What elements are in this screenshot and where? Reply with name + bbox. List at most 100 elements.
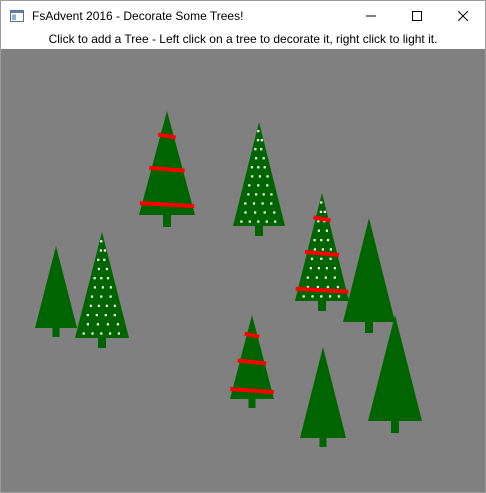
tree-light [244, 202, 247, 205]
tree-foliage [295, 193, 349, 301]
tree-3[interactable] [35, 246, 77, 337]
tree-light [257, 130, 260, 133]
tree-canvas-drawing[interactable] [1, 49, 485, 492]
tree-light [254, 211, 257, 214]
tree-light [256, 139, 260, 142]
tree-light [315, 276, 318, 279]
tree-light [104, 314, 107, 317]
tree-light [324, 276, 327, 279]
tree-foliage [300, 347, 346, 438]
tree-light [93, 286, 96, 289]
minimize-button[interactable] [348, 1, 394, 31]
tree-light [270, 193, 273, 196]
tree-light [97, 258, 100, 261]
tree-light [313, 239, 316, 242]
tree-light [248, 184, 251, 187]
title-bar[interactable]: FsAdvent 2016 - Decorate Some Trees! [1, 1, 485, 31]
tree-light [320, 239, 323, 242]
tree-light [263, 211, 266, 214]
tree-5[interactable] [295, 193, 349, 311]
tree-foliage [343, 218, 395, 322]
tree-light [257, 220, 260, 223]
tree-trunk [98, 338, 106, 348]
close-button[interactable] [440, 1, 485, 31]
tree-light [90, 295, 94, 298]
tree-light [82, 332, 85, 335]
tree-light [255, 157, 258, 160]
tree-9[interactable] [368, 315, 422, 433]
tree-trunk [52, 328, 60, 337]
tree-trunk [319, 438, 327, 447]
minimize-icon [366, 15, 376, 17]
tree-light [273, 211, 276, 214]
tree-light [274, 220, 277, 223]
tree-light [319, 210, 322, 213]
app-window: FsAdvent 2016 - Decorate Some Trees! Cli… [0, 0, 486, 493]
tree-light [258, 175, 261, 178]
tree-8[interactable] [300, 347, 346, 447]
tree-2[interactable] [233, 122, 285, 236]
tree-foliage [233, 122, 285, 226]
tree-light [260, 148, 263, 151]
tree-light [257, 184, 260, 187]
tree-light [313, 248, 316, 251]
tree-light [93, 277, 96, 280]
tree-trunk [365, 322, 373, 333]
tree-light [329, 248, 332, 251]
tree-light [251, 175, 254, 178]
tree-light [117, 332, 120, 335]
tree-light [320, 295, 323, 298]
tree-light [100, 332, 103, 335]
tree-light [103, 249, 106, 252]
maximize-button[interactable] [394, 1, 440, 31]
tree-light [263, 166, 266, 169]
tree-4[interactable] [75, 232, 129, 348]
tree-light [99, 249, 102, 252]
tree-light [109, 295, 112, 298]
tree-light [262, 193, 265, 196]
tree-light [326, 239, 330, 242]
tree-1[interactable] [139, 111, 195, 227]
tree-light [266, 184, 269, 187]
tree-light [89, 304, 92, 307]
tree-light [333, 267, 336, 270]
tree-light [97, 267, 100, 271]
tree-light [255, 193, 258, 196]
tree-light [317, 229, 320, 232]
tree-light [244, 211, 247, 214]
tree-light [254, 148, 257, 151]
tree-light [317, 220, 320, 223]
tree-light [105, 304, 108, 307]
tree-light [96, 323, 99, 326]
tree-light [100, 295, 103, 298]
tree-light [329, 295, 332, 298]
tree-light [106, 277, 110, 280]
tree-light [257, 166, 260, 169]
tree-light [337, 295, 340, 298]
tree-light [260, 139, 263, 142]
tree-light [310, 257, 314, 260]
tree-light [113, 304, 116, 307]
tree-light [100, 240, 103, 243]
tree-7[interactable] [230, 315, 274, 408]
tree-light [320, 257, 323, 260]
tree-light [325, 229, 328, 232]
tree-light [333, 276, 336, 279]
tree-foliage [139, 111, 195, 215]
tree-6[interactable] [343, 218, 395, 333]
tree-light [266, 175, 269, 178]
tree-light [311, 295, 314, 298]
instruction-label: Click to add a Tree - Left click on a tr… [48, 32, 438, 46]
maximize-icon [412, 11, 422, 21]
tree-light [325, 267, 328, 270]
tree-canvas[interactable] [1, 49, 485, 492]
tree-light [336, 285, 339, 289]
tree-light [95, 314, 98, 317]
tree-light [248, 220, 251, 223]
tree-trunk [391, 421, 399, 433]
tree-foliage [35, 246, 77, 328]
tree-light [105, 267, 108, 271]
tree-light [270, 202, 273, 205]
tree-light [247, 193, 250, 196]
tree-light [86, 323, 89, 326]
